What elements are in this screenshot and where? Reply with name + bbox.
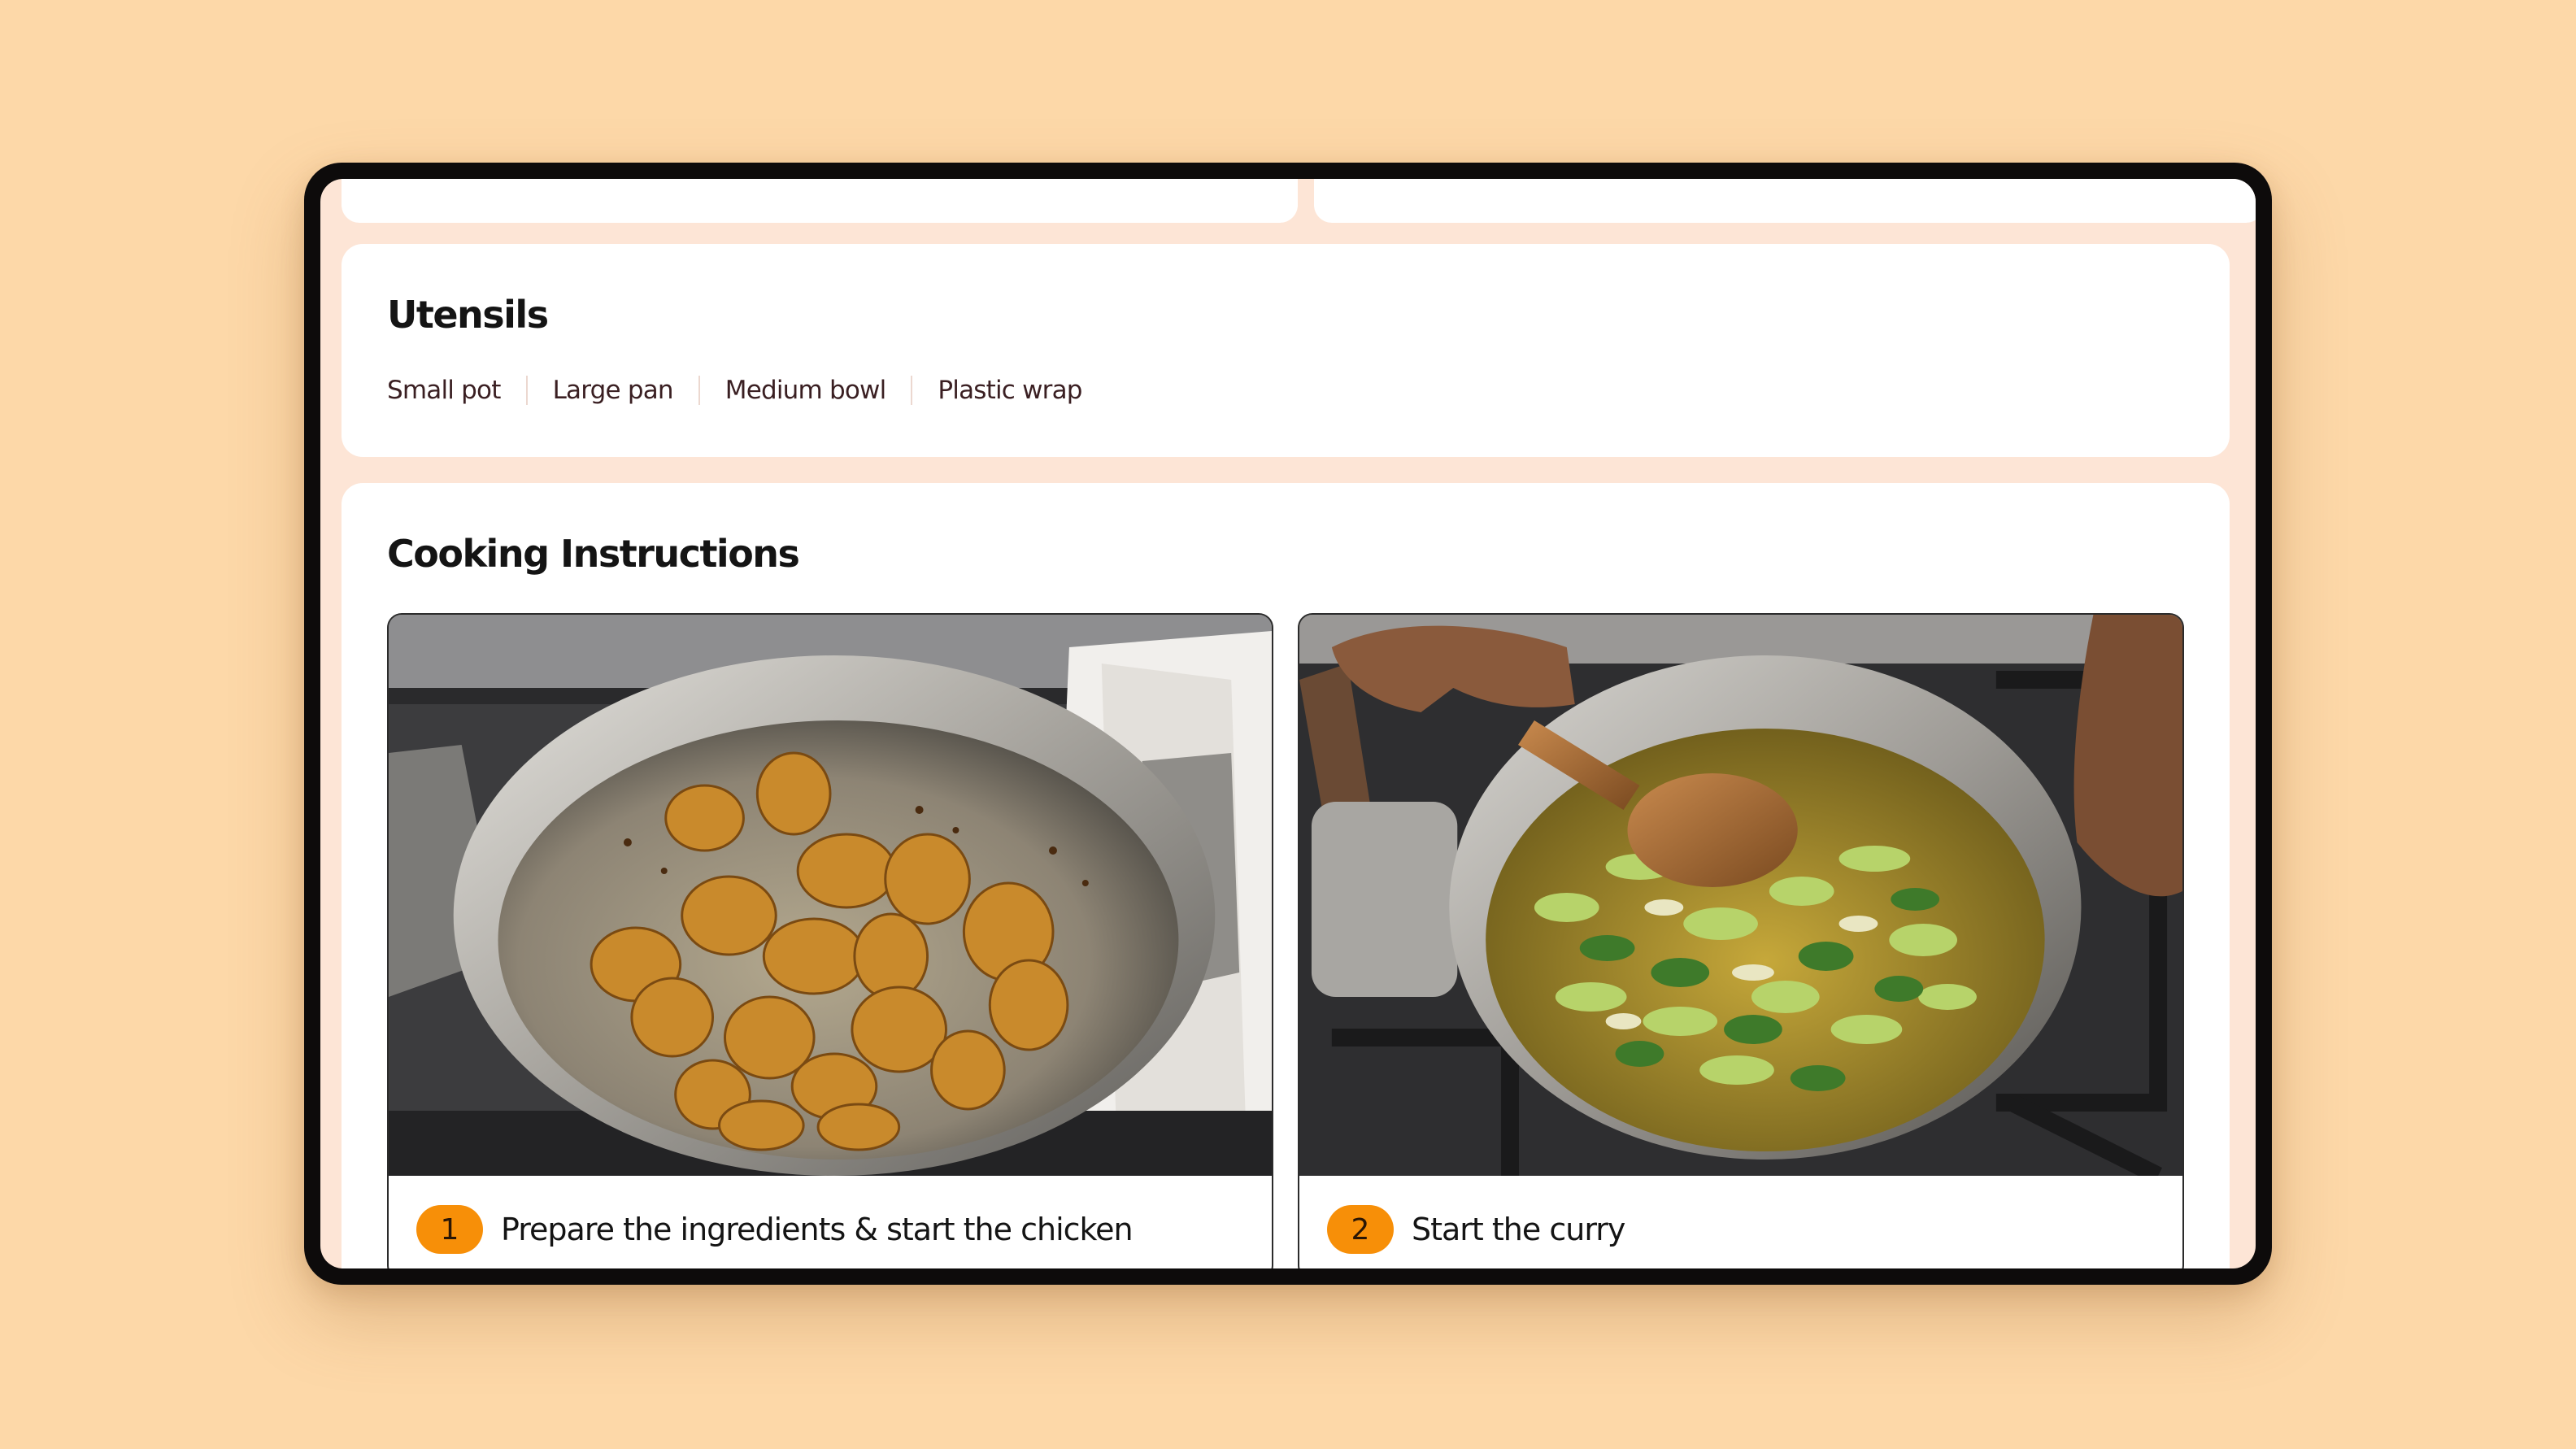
previous-card-right — [1314, 179, 2256, 223]
step-card-1[interactable]: 1 Prepare the ingredients & start the ch… — [387, 613, 1273, 1268]
cooking-instructions-card: Cooking Instructions 1 Prepare the ingre… — [342, 483, 2230, 1268]
recipe-screen: Utensils Small pot Large pan Medium bowl… — [320, 179, 2256, 1268]
step-card-2[interactable]: 2 Start the curry — [1298, 613, 2184, 1268]
utensil-item: Small pot — [387, 376, 501, 405]
step-1-caption: 1 Prepare the ingredients & start the ch… — [416, 1205, 1134, 1254]
cooking-instructions-title: Cooking Instructions — [387, 532, 800, 576]
utensil-item: Medium bowl — [698, 376, 912, 405]
step-1-photo — [389, 615, 1272, 1176]
step-number-badge: 1 — [416, 1205, 483, 1254]
previous-card-left — [342, 179, 1298, 223]
step-title: Prepare the ingredients & start the chic… — [501, 1212, 1134, 1247]
step-2-caption: 2 Start the curry — [1327, 1205, 1625, 1254]
device-frame: Utensils Small pot Large pan Medium bowl… — [304, 163, 2272, 1285]
step-2-photo — [1299, 615, 2182, 1176]
step-number-badge: 2 — [1327, 1205, 1394, 1254]
utensils-card: Utensils Small pot Large pan Medium bowl… — [342, 244, 2230, 457]
step-title: Start the curry — [1412, 1212, 1625, 1247]
utensil-item: Large pan — [525, 376, 698, 405]
utensils-title: Utensils — [387, 293, 549, 337]
utensil-list: Small pot Large pan Medium bowl Plastic … — [387, 376, 1107, 405]
utensil-item: Plastic wrap — [911, 376, 1107, 405]
